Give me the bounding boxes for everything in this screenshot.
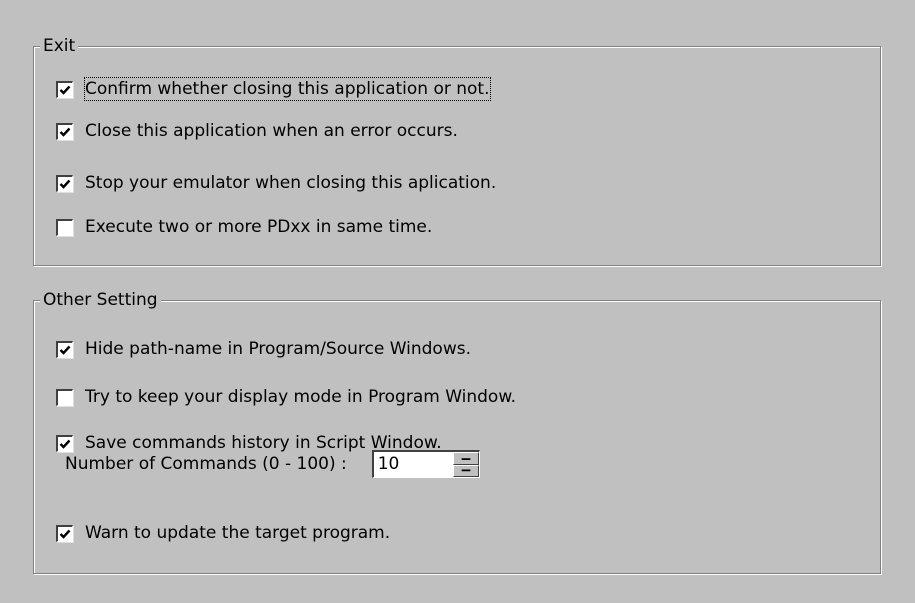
- close-on-error-checkbox[interactable]: [56, 122, 73, 140]
- multi-instance-label[interactable]: Execute two or more PDxx in same time.: [85, 216, 432, 238]
- exit-groupbox: Exit Confirm whether closing this applic…: [33, 36, 881, 266]
- stop-emulator-checkbox[interactable]: [56, 174, 73, 192]
- save-history-checkbox[interactable]: [56, 434, 73, 452]
- warn-update-label[interactable]: Warn to update the target program.: [85, 522, 390, 544]
- exit-group-title: Exit: [40, 36, 79, 56]
- close-on-error-label[interactable]: Close this application when an error occ…: [85, 120, 458, 142]
- confirm-close-label[interactable]: Confirm whether closing this application…: [84, 77, 491, 101]
- hide-path-checkbox[interactable]: [56, 340, 73, 358]
- hide-path-label[interactable]: Hide path-name in Program/Source Windows…: [85, 338, 471, 360]
- checkmark-icon: [59, 127, 71, 137]
- arrow-down-icon: [461, 469, 471, 471]
- checkmark-icon: [59, 529, 71, 539]
- command-count-input[interactable]: 10: [373, 452, 453, 477]
- multi-instance-checkbox[interactable]: [56, 218, 73, 236]
- stop-emulator-option[interactable]: Stop your emulator when closing this apl…: [56, 171, 496, 195]
- close-on-error-option[interactable]: Close this application when an error occ…: [56, 119, 458, 143]
- arrow-up-icon: [461, 458, 471, 460]
- warn-update-checkbox[interactable]: [56, 524, 73, 542]
- warn-update-option[interactable]: Warn to update the target program.: [56, 521, 390, 545]
- checkmark-icon: [59, 85, 71, 95]
- keep-display-mode-option[interactable]: Try to keep your display mode in Program…: [56, 385, 516, 409]
- checkmark-icon: [59, 439, 71, 449]
- confirm-close-option[interactable]: Confirm whether closing this application…: [56, 77, 491, 101]
- command-count-row: Number of Commands (0 - 100) : 10: [65, 450, 480, 478]
- hide-path-option[interactable]: Hide path-name in Program/Source Windows…: [56, 337, 471, 361]
- other-setting-group-title: Other Setting: [40, 290, 161, 310]
- command-count-label: Number of Commands (0 - 100) :: [65, 454, 347, 474]
- checkmark-icon: [59, 179, 71, 189]
- spin-up-button[interactable]: [452, 452, 479, 465]
- spin-down-button[interactable]: [452, 464, 479, 477]
- stop-emulator-label[interactable]: Stop your emulator when closing this apl…: [85, 172, 496, 194]
- multi-instance-option[interactable]: Execute two or more PDxx in same time.: [56, 215, 432, 239]
- other-setting-groupbox: Other Setting Hide path-name in Program/…: [33, 290, 881, 574]
- command-count-spinner[interactable]: 10: [371, 450, 480, 478]
- confirm-close-checkbox[interactable]: [56, 80, 73, 98]
- keep-display-mode-label[interactable]: Try to keep your display mode in Program…: [85, 386, 516, 408]
- checkmark-icon: [59, 345, 71, 355]
- keep-display-mode-checkbox[interactable]: [56, 388, 73, 406]
- spinner-buttons: [452, 452, 479, 477]
